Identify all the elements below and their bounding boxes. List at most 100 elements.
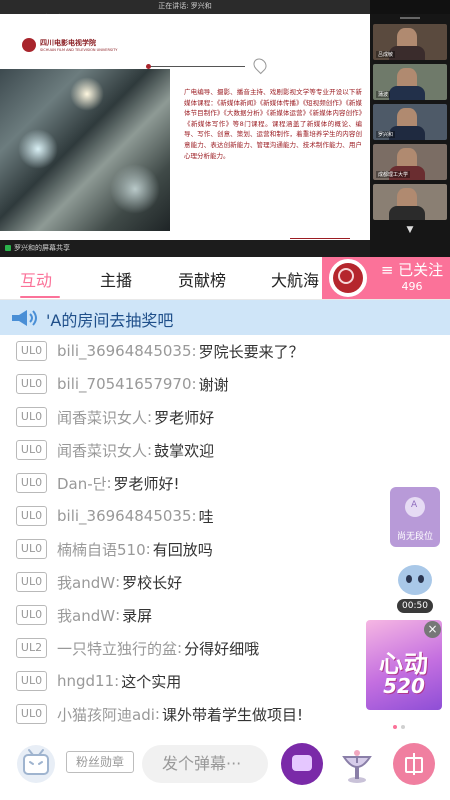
user-level-badge: UL0 <box>16 341 47 361</box>
chat-username[interactable]: bili_70541657970 <box>57 375 192 393</box>
rank-widget[interactable]: A 尚无段位 <box>390 487 440 547</box>
chat-username[interactable]: 闻香菜识女人 <box>57 440 147 461</box>
follower-count: 496 <box>401 280 423 293</box>
user-level-badge: UL0 <box>16 374 47 394</box>
danmu-input[interactable]: 发个弹幕··· <box>142 745 268 783</box>
school-name: 四川电影电视学院 <box>40 38 96 47</box>
chat-message[interactable]: UL0 bili_36964845035: 罗院长要来了？ <box>16 337 304 365</box>
pet-mascot-icon <box>398 565 432 595</box>
chat-message[interactable]: UL0 小猫孩阿迪adi: 课外带着学生做项目! <box>16 700 303 728</box>
user-level-badge: UL0 <box>16 473 47 493</box>
participant-name: 成都理工大学 <box>376 171 411 178</box>
chat-username[interactable]: 我andW <box>57 572 115 593</box>
danmu-style-button[interactable] <box>281 743 323 785</box>
speaker-icon <box>12 310 37 326</box>
chat-message[interactable]: UL0 闻香菜识女人: 罗老师好 <box>16 403 214 431</box>
rank-label: 尚无段位 <box>396 532 433 542</box>
satellite-icon[interactable] <box>336 743 378 785</box>
participant-tile[interactable] <box>373 184 447 220</box>
studio-light <box>18 129 58 169</box>
slide-divider <box>150 66 245 67</box>
chat-text: 谢谢 <box>198 375 229 394</box>
tab-contribution-rank[interactable]: 贡献榜 <box>178 267 226 291</box>
user-level-badge: UL0 <box>16 605 47 625</box>
chat-text: 罗老师好 <box>154 408 215 427</box>
rank-medal-icon: A <box>405 497 425 517</box>
chat-text: 罗校长好 <box>122 573 183 592</box>
chat-message[interactable]: UL0 楠楠自语510: 有回放吗 <box>16 535 213 563</box>
tab-captains[interactable]: 大航海 <box>271 267 319 291</box>
school-logo: 四川电影电视学院 SICHUAN FILM AND TELEVISION UNI… <box>22 38 117 52</box>
chat-username[interactable]: 小猫孩阿迪adi <box>57 704 155 725</box>
tv-mascot-icon[interactable] <box>16 744 56 784</box>
tiles-handle[interactable] <box>370 14 450 22</box>
participant-tile[interactable]: 蒲波 <box>373 64 447 100</box>
streamer-avatar[interactable] <box>329 259 367 297</box>
screen-share-bar: 罗兴和的屏幕共享 <box>0 240 370 257</box>
chat-message[interactable]: UL0 我andW: 录屏 <box>16 601 152 629</box>
user-level-badge: UL0 <box>16 506 47 526</box>
fan-medal-button[interactable]: 粉丝勋章 <box>66 751 134 773</box>
tab-interact[interactable]: 互动 <box>20 267 52 291</box>
user-level-badge: UL0 <box>16 440 47 460</box>
bilibili-live-watermark: ㄴㅛ나 直播 <box>10 15 62 25</box>
chat-username[interactable]: bili_36964845035 <box>57 507 192 525</box>
chat-text: 分得好细哦 <box>184 639 260 658</box>
close-icon[interactable]: × <box>424 621 441 638</box>
chat-message[interactable]: UL0 Dan-단: 罗老师好! <box>16 469 180 497</box>
gift-button[interactable] <box>393 743 435 785</box>
chat-username[interactable]: bili_36964845035 <box>57 342 192 360</box>
film-set-photo <box>0 69 170 231</box>
pet-widget[interactable]: 00:50 <box>392 563 438 615</box>
chat-message[interactable]: UL2 一只特立独行的盆: 分得好细哦 <box>16 634 259 662</box>
participant-tile[interactable]: 罗兴和 <box>373 104 447 140</box>
chat-text: 罗老师好! <box>113 474 180 493</box>
user-level-badge: UL0 <box>16 572 47 592</box>
chevron-down-icon[interactable]: ▼ <box>370 225 450 235</box>
user-level-badge: UL0 <box>16 407 47 427</box>
follow-button[interactable]: ≡ 已关注 496 <box>322 257 450 299</box>
participant-tile[interactable]: 吕成敏 <box>373 24 447 60</box>
chat-username[interactable]: Dan-단 <box>57 473 106 494</box>
participant-tile[interactable]: 成都理工大学 <box>373 144 447 180</box>
chat-text: 有回放吗 <box>152 540 213 559</box>
live-room-screen: 正在讲话: 罗兴和 ㄴㅛ나 直播 四川电影电视学院 SICHUAN FILM A… <box>0 0 450 800</box>
follow-status: ≡ 已关注 <box>380 261 444 279</box>
bottom-toolbar: 粉丝勋章 发个弹幕··· <box>0 730 450 800</box>
chat-message[interactable]: UL0 bili_70541657970: 谢谢 <box>16 370 229 398</box>
slide-body-text: 广电编导、摄影、播音主持、戏剧影视文学等专业开设以下新媒体课程：《新媒体新闻》《… <box>184 88 362 160</box>
chat-text: 这个实用 <box>121 672 182 691</box>
live-video-player[interactable]: 正在讲话: 罗兴和 ㄴㅛ나 直播 四川电影电视学院 SICHUAN FILM A… <box>0 0 450 257</box>
user-level-badge: UL0 <box>16 539 47 559</box>
chat-username[interactable]: hngd11 <box>57 672 114 690</box>
user-level-badge: UL0 <box>16 671 47 691</box>
pin-icon <box>250 55 270 75</box>
participant-name: 蒲波 <box>376 91 391 98</box>
chat-text: 鼓掌欢迎 <box>154 441 215 460</box>
school-name-en: SICHUAN FILM AND TELEVISION UNIVERSITY <box>40 48 118 52</box>
chat-message[interactable]: UL0 闻香菜识女人: 鼓掌欢迎 <box>16 436 214 464</box>
chat-text: 课外带着学生做项目! <box>161 705 303 724</box>
chat-text: 录屏 <box>122 606 153 625</box>
chat-message[interactable]: UL0 我andW: 罗校长好 <box>16 568 182 596</box>
active-tab-indicator <box>20 296 60 298</box>
chat-username[interactable]: 楠楠自语510 <box>57 539 146 560</box>
notice-text: 'A的房间去抽奖吧 <box>46 311 174 330</box>
screen-share-label: 罗兴和的屏幕共享 <box>14 244 70 252</box>
promo-pager <box>393 714 415 729</box>
participant-name: 罗兴和 <box>376 131 396 138</box>
chat-message[interactable]: UL0 bili_36964845035: 哇 <box>16 502 214 530</box>
chat-username[interactable]: 我andW <box>57 605 115 626</box>
tab-streamer[interactable]: 主播 <box>100 267 132 291</box>
chat-message[interactable]: UL0 hngd11: 这个实用 <box>16 667 181 695</box>
chat-username[interactable]: 闻香菜识女人 <box>57 407 147 428</box>
studio-light <box>110 164 160 214</box>
danmu-bubble-icon <box>292 755 312 771</box>
user-level-badge: UL2 <box>16 638 47 658</box>
studio-light <box>70 77 104 111</box>
lottery-notice[interactable]: 'A的房间去抽奖吧 <box>0 300 450 335</box>
pet-timer: 00:50 <box>397 599 433 613</box>
chat-username[interactable]: 一只特立独行的盆 <box>57 638 177 659</box>
school-seal-icon <box>22 38 36 52</box>
shared-slide: 四川电影电视学院 SICHUAN FILM AND TELEVISION UNI… <box>0 14 370 240</box>
